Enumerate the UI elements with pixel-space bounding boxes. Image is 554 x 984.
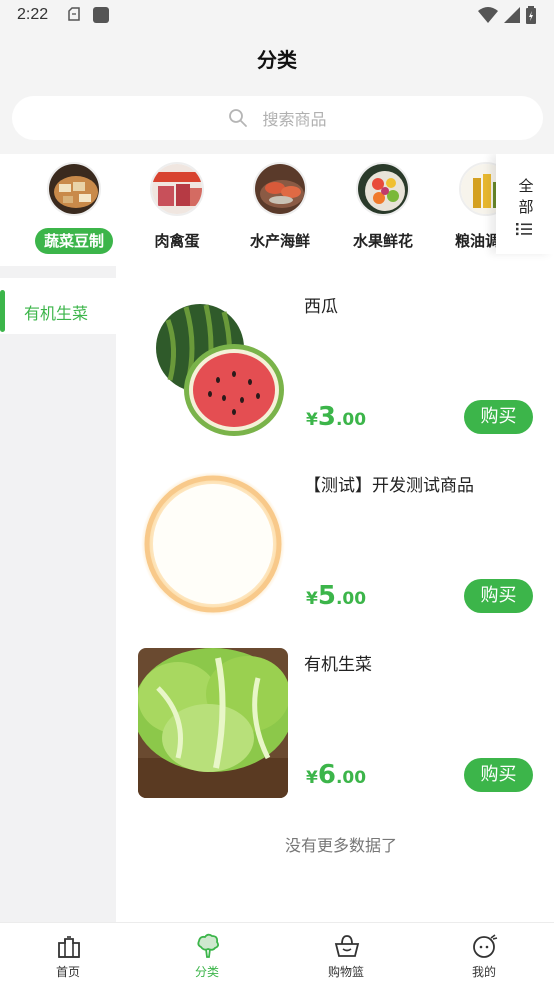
tab-label: 购物篮 bbox=[327, 965, 364, 979]
all-categories-button[interactable]: 全部 bbox=[496, 154, 554, 254]
sidebar: 有机生菜 bbox=[0, 266, 116, 922]
header: 分类 bbox=[0, 32, 554, 86]
sidebar-active-indicator bbox=[0, 290, 5, 332]
tab-label: 首页 bbox=[55, 965, 80, 979]
tab-basket[interactable]: 购物篮 bbox=[296, 929, 396, 981]
category-item-meat[interactable]: 肉禽蛋 bbox=[132, 162, 222, 260]
status-time: 2:22 bbox=[17, 6, 49, 23]
product-image-watermelon bbox=[138, 290, 288, 440]
product-name: 有机生菜 bbox=[304, 655, 372, 675]
bottom-tab-bar: 首页 分类 购物篮 我的 bbox=[0, 922, 554, 984]
status-bar: 2:22 bbox=[0, 0, 554, 32]
tab-category[interactable]: 分类 bbox=[157, 929, 257, 981]
sidebar-item-organic-lettuce[interactable]: 有机生菜 bbox=[0, 278, 116, 334]
profile-icon bbox=[473, 934, 498, 958]
search-icon bbox=[229, 109, 248, 127]
battery-icon bbox=[526, 6, 536, 24]
category-strip: 蔬菜豆制 肉禽蛋 水产海鲜 水果鲜花 粮油调 全部 bbox=[0, 154, 554, 266]
wifi-icon bbox=[478, 7, 498, 23]
product-image-plate bbox=[138, 469, 288, 619]
category-image bbox=[47, 162, 101, 216]
tab-home[interactable]: 首页 bbox=[18, 929, 118, 981]
category-image bbox=[356, 162, 410, 216]
home-icon bbox=[58, 936, 80, 958]
category-image bbox=[253, 162, 307, 216]
product-price: ¥6.00 bbox=[306, 760, 367, 790]
product-image-lettuce bbox=[138, 648, 288, 798]
product-price: ¥5.00 bbox=[306, 581, 367, 611]
search-placeholder: 搜索商品 bbox=[262, 110, 327, 129]
buy-button[interactable]: 购买 bbox=[464, 758, 533, 792]
search-bar: 搜索商品 bbox=[0, 86, 554, 154]
tab-label: 分类 bbox=[194, 965, 219, 979]
category-label: 肉禽蛋 bbox=[154, 232, 200, 250]
list-icon bbox=[516, 223, 532, 236]
product-list: 西瓜 ¥3.00 购买 【测试】开发测试商品 ¥5.00 购买 有机生菜 ¥6.… bbox=[116, 266, 554, 922]
product-name: 【测试】开发测试商品 bbox=[304, 476, 474, 496]
all-categories-label: 全部 bbox=[518, 177, 534, 216]
buy-button[interactable]: 购买 bbox=[464, 400, 533, 434]
category-label: 蔬菜豆制 bbox=[35, 228, 113, 254]
signal-icon bbox=[504, 7, 520, 23]
product-name: 西瓜 bbox=[304, 297, 338, 317]
basket-icon bbox=[334, 935, 360, 957]
category-item-fruits[interactable]: 水果鲜花 bbox=[338, 162, 428, 260]
product-item[interactable]: 西瓜 ¥3.00 购买 bbox=[116, 276, 554, 440]
notification-icon bbox=[68, 7, 80, 21]
product-item[interactable]: 有机生菜 ¥6.00 购买 bbox=[116, 634, 554, 798]
search-input[interactable]: 搜索商品 bbox=[12, 96, 543, 140]
sidebar-item-label: 有机生菜 bbox=[24, 304, 89, 323]
category-label: 水果鲜花 bbox=[352, 232, 413, 250]
app-icon bbox=[93, 7, 109, 23]
buy-button[interactable]: 购买 bbox=[464, 579, 533, 613]
category-image bbox=[150, 162, 204, 216]
product-price: ¥3.00 bbox=[306, 402, 367, 432]
tab-profile[interactable]: 我的 bbox=[434, 929, 534, 981]
category-label: 水产海鲜 bbox=[249, 232, 310, 250]
tab-label: 我的 bbox=[471, 965, 496, 979]
list-end-text: 没有更多数据了 bbox=[284, 836, 397, 855]
product-item[interactable]: 【测试】开发测试商品 ¥5.00 购买 bbox=[116, 455, 554, 619]
page-title: 分类 bbox=[257, 48, 297, 72]
category-icon bbox=[197, 933, 220, 958]
category-item-vegetables[interactable]: 蔬菜豆制 bbox=[29, 162, 119, 260]
category-item-seafood[interactable]: 水产海鲜 bbox=[235, 162, 325, 260]
